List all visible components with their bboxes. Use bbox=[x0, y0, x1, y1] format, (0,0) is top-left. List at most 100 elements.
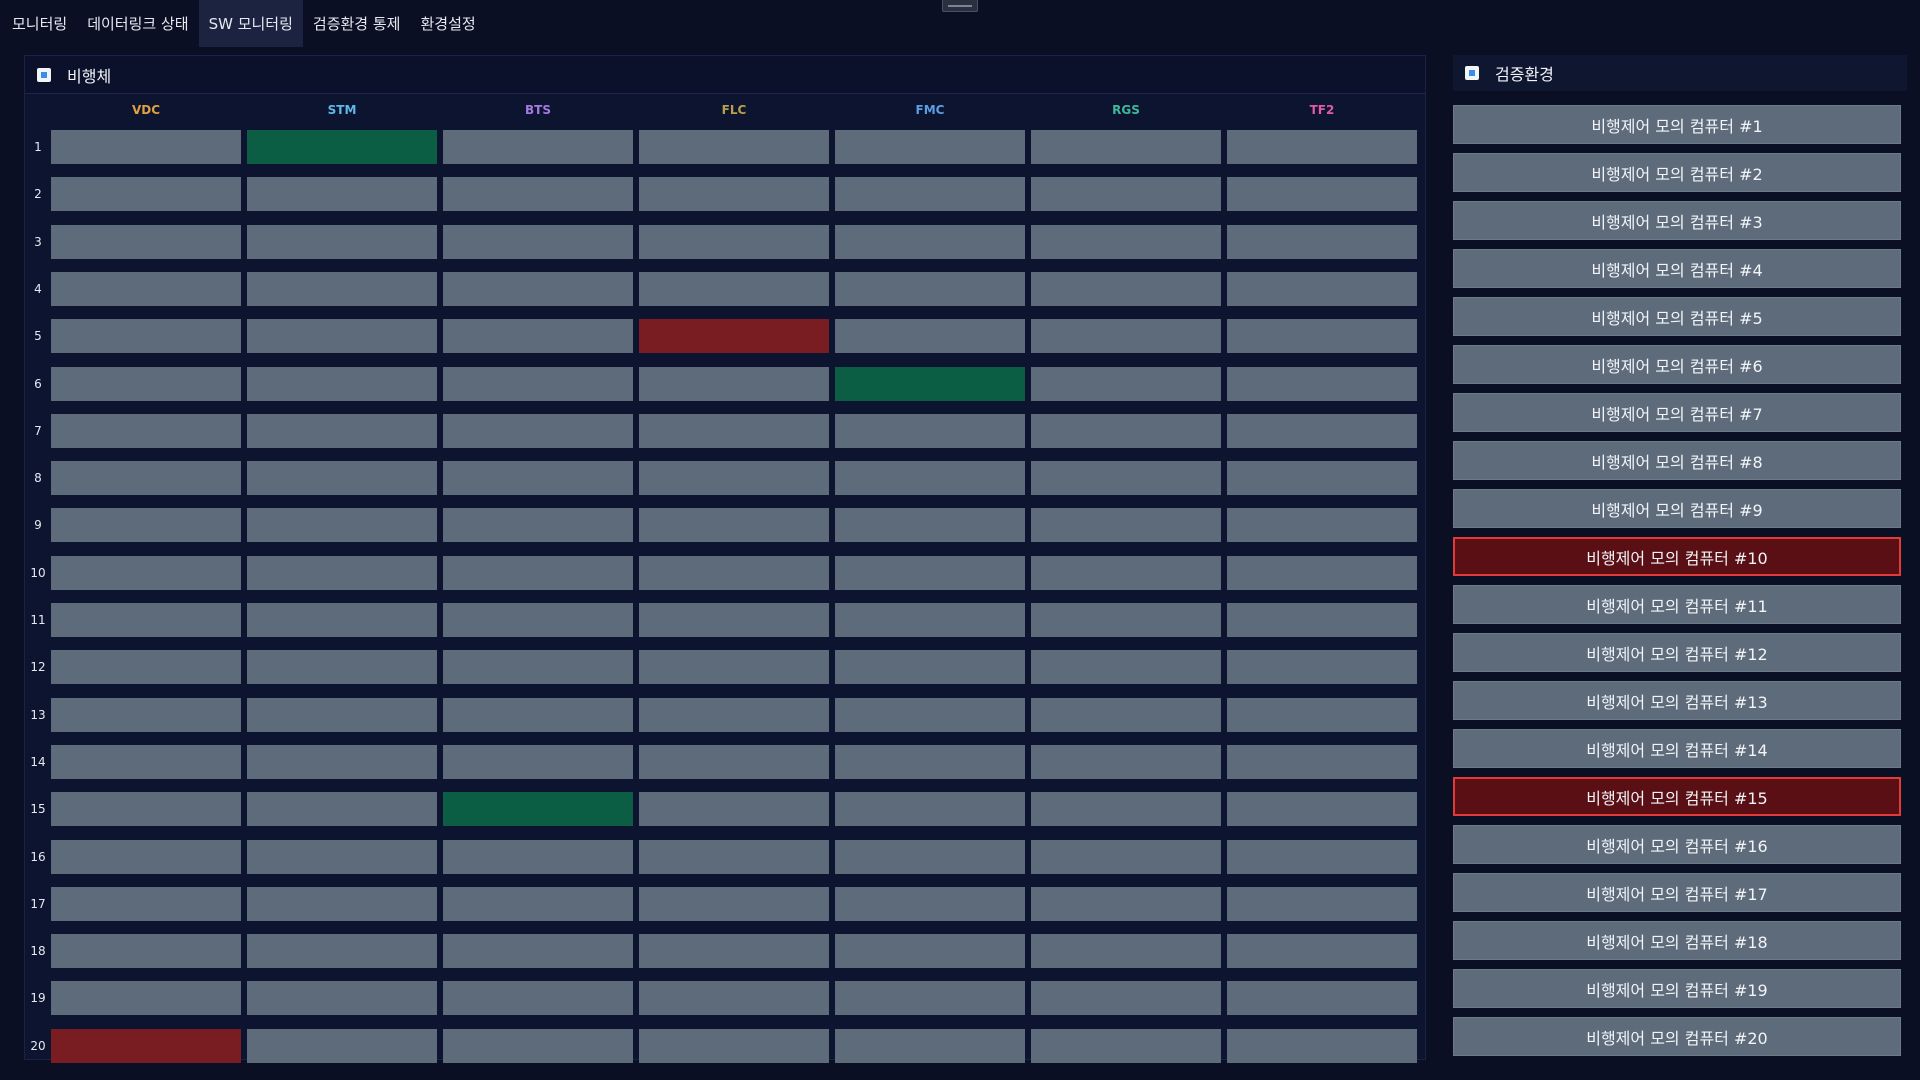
status-cell-rgs-12[interactable] bbox=[1031, 650, 1221, 685]
status-cell-flc-10[interactable] bbox=[639, 555, 829, 590]
sim-computer-button-19[interactable]: 비행제어 모의 컴퓨터 #19 bbox=[1453, 969, 1901, 1008]
status-cell-bts-2[interactable] bbox=[443, 177, 633, 212]
status-cell-bts-12[interactable] bbox=[443, 650, 633, 685]
status-cell-tf2-13[interactable] bbox=[1227, 697, 1417, 732]
sim-computer-button-8[interactable]: 비행제어 모의 컴퓨터 #8 bbox=[1453, 441, 1901, 480]
status-cell-flc-17[interactable] bbox=[639, 886, 829, 921]
status-cell-rgs-19[interactable] bbox=[1031, 981, 1221, 1016]
status-cell-vdc-11[interactable] bbox=[51, 603, 241, 637]
status-cell-tf2-4[interactable] bbox=[1227, 271, 1417, 306]
status-cell-flc-4[interactable] bbox=[639, 271, 829, 306]
status-cell-bts-6[interactable] bbox=[443, 366, 633, 401]
status-cell-vdc-1[interactable] bbox=[51, 130, 241, 164]
status-cell-bts-5[interactable] bbox=[443, 319, 633, 354]
status-cell-stm-9[interactable] bbox=[247, 508, 437, 543]
status-cell-vdc-4[interactable] bbox=[51, 271, 241, 306]
status-cell-fmc-19[interactable] bbox=[835, 981, 1025, 1016]
status-cell-stm-1[interactable] bbox=[247, 130, 437, 164]
status-cell-tf2-8[interactable] bbox=[1227, 461, 1417, 496]
status-cell-vdc-20[interactable] bbox=[51, 1028, 241, 1063]
status-cell-bts-20[interactable] bbox=[443, 1028, 633, 1063]
sim-computer-button-16[interactable]: 비행제어 모의 컴퓨터 #16 bbox=[1453, 825, 1901, 864]
status-cell-vdc-10[interactable] bbox=[51, 555, 241, 590]
status-cell-flc-20[interactable] bbox=[639, 1028, 829, 1063]
status-cell-bts-17[interactable] bbox=[443, 886, 633, 921]
sim-computer-button-10[interactable]: 비행제어 모의 컴퓨터 #10 bbox=[1453, 537, 1901, 576]
status-cell-vdc-6[interactable] bbox=[51, 366, 241, 401]
sim-computer-button-17[interactable]: 비행제어 모의 컴퓨터 #17 bbox=[1453, 873, 1901, 912]
status-cell-flc-11[interactable] bbox=[639, 603, 829, 637]
status-cell-rgs-18[interactable] bbox=[1031, 934, 1221, 969]
status-cell-fmc-10[interactable] bbox=[835, 555, 1025, 590]
status-cell-flc-6[interactable] bbox=[639, 366, 829, 401]
nav-tab-4[interactable]: 검증환경 통제 bbox=[303, 0, 411, 47]
status-cell-stm-8[interactable] bbox=[247, 461, 437, 496]
sim-computer-button-5[interactable]: 비행제어 모의 컴퓨터 #5 bbox=[1453, 297, 1901, 336]
status-cell-fmc-2[interactable] bbox=[835, 177, 1025, 212]
status-cell-flc-15[interactable] bbox=[639, 792, 829, 827]
status-cell-vdc-7[interactable] bbox=[51, 413, 241, 448]
status-cell-flc-9[interactable] bbox=[639, 508, 829, 543]
sim-computer-button-14[interactable]: 비행제어 모의 컴퓨터 #14 bbox=[1453, 729, 1901, 768]
status-cell-vdc-15[interactable] bbox=[51, 792, 241, 827]
status-cell-fmc-5[interactable] bbox=[835, 319, 1025, 354]
status-cell-flc-13[interactable] bbox=[639, 697, 829, 732]
status-cell-rgs-7[interactable] bbox=[1031, 413, 1221, 448]
status-cell-rgs-2[interactable] bbox=[1031, 177, 1221, 212]
status-cell-flc-14[interactable] bbox=[639, 744, 829, 779]
status-cell-tf2-5[interactable] bbox=[1227, 319, 1417, 354]
status-cell-flc-12[interactable] bbox=[639, 650, 829, 685]
status-cell-rgs-6[interactable] bbox=[1031, 366, 1221, 401]
sim-computer-button-6[interactable]: 비행제어 모의 컴퓨터 #6 bbox=[1453, 345, 1901, 384]
status-cell-stm-20[interactable] bbox=[247, 1028, 437, 1063]
status-cell-bts-13[interactable] bbox=[443, 697, 633, 732]
status-cell-vdc-13[interactable] bbox=[51, 697, 241, 732]
status-cell-vdc-12[interactable] bbox=[51, 650, 241, 685]
status-cell-bts-9[interactable] bbox=[443, 508, 633, 543]
status-cell-tf2-9[interactable] bbox=[1227, 508, 1417, 543]
status-cell-bts-7[interactable] bbox=[443, 413, 633, 448]
status-cell-rgs-17[interactable] bbox=[1031, 886, 1221, 921]
status-cell-tf2-18[interactable] bbox=[1227, 934, 1417, 969]
status-cell-tf2-15[interactable] bbox=[1227, 792, 1417, 827]
status-cell-fmc-14[interactable] bbox=[835, 744, 1025, 779]
status-cell-fmc-8[interactable] bbox=[835, 461, 1025, 496]
status-cell-stm-2[interactable] bbox=[247, 177, 437, 212]
status-cell-tf2-11[interactable] bbox=[1227, 603, 1417, 637]
sim-computer-button-4[interactable]: 비행제어 모의 컴퓨터 #4 bbox=[1453, 249, 1901, 288]
status-cell-flc-1[interactable] bbox=[639, 130, 829, 164]
status-cell-bts-8[interactable] bbox=[443, 461, 633, 496]
status-cell-stm-16[interactable] bbox=[247, 839, 437, 874]
status-cell-fmc-4[interactable] bbox=[835, 271, 1025, 306]
status-cell-fmc-9[interactable] bbox=[835, 508, 1025, 543]
nav-tab-1[interactable]: 모니터링 bbox=[2, 0, 77, 47]
status-cell-bts-4[interactable] bbox=[443, 271, 633, 306]
status-cell-stm-4[interactable] bbox=[247, 271, 437, 306]
status-cell-stm-6[interactable] bbox=[247, 366, 437, 401]
status-cell-bts-14[interactable] bbox=[443, 744, 633, 779]
status-cell-tf2-17[interactable] bbox=[1227, 886, 1417, 921]
nav-tab-2[interactable]: 데이터링크 상태 bbox=[77, 0, 198, 47]
status-cell-stm-11[interactable] bbox=[247, 603, 437, 637]
status-cell-flc-18[interactable] bbox=[639, 934, 829, 969]
status-cell-bts-1[interactable] bbox=[443, 130, 633, 164]
status-cell-flc-2[interactable] bbox=[639, 177, 829, 212]
status-cell-fmc-3[interactable] bbox=[835, 224, 1025, 259]
status-cell-fmc-16[interactable] bbox=[835, 839, 1025, 874]
sim-computer-button-11[interactable]: 비행제어 모의 컴퓨터 #11 bbox=[1453, 585, 1901, 624]
status-cell-vdc-8[interactable] bbox=[51, 461, 241, 496]
status-cell-stm-12[interactable] bbox=[247, 650, 437, 685]
status-cell-stm-14[interactable] bbox=[247, 744, 437, 779]
status-cell-tf2-16[interactable] bbox=[1227, 839, 1417, 874]
status-cell-rgs-20[interactable] bbox=[1031, 1028, 1221, 1063]
status-cell-vdc-16[interactable] bbox=[51, 839, 241, 874]
sim-computer-button-9[interactable]: 비행제어 모의 컴퓨터 #9 bbox=[1453, 489, 1901, 528]
sim-computer-button-12[interactable]: 비행제어 모의 컴퓨터 #12 bbox=[1453, 633, 1901, 672]
status-cell-flc-8[interactable] bbox=[639, 461, 829, 496]
status-cell-bts-11[interactable] bbox=[443, 603, 633, 637]
status-cell-bts-16[interactable] bbox=[443, 839, 633, 874]
sim-computer-button-3[interactable]: 비행제어 모의 컴퓨터 #3 bbox=[1453, 201, 1901, 240]
status-cell-bts-10[interactable] bbox=[443, 555, 633, 590]
status-cell-fmc-6[interactable] bbox=[835, 366, 1025, 401]
status-cell-fmc-15[interactable] bbox=[835, 792, 1025, 827]
